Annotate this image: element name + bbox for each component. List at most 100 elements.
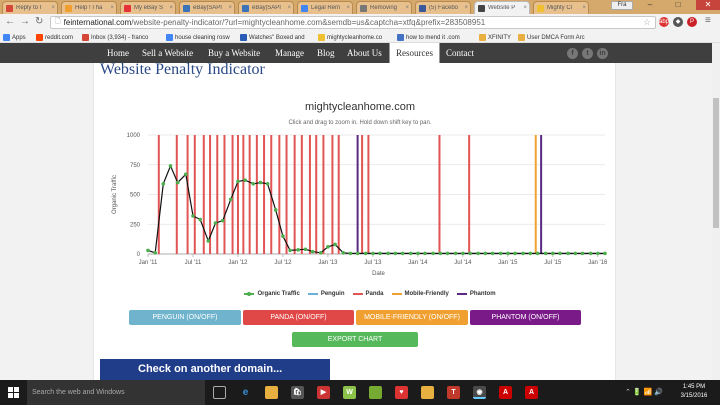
penguin-toggle-button[interactable]: PENGUIN (ON/OFF) [129, 310, 241, 325]
mobile-friendly-toggle-button[interactable]: MOBILE-FRIENDLY (ON/OFF) [356, 310, 468, 325]
browser-tab[interactable]: Mighty Cl × [533, 1, 589, 14]
bookmark-item[interactable]: reddit.com [36, 33, 73, 42]
bookmark-item[interactable]: house cleaning rosw [166, 33, 230, 42]
facebook-icon[interactable]: f [567, 48, 578, 59]
edge-icon[interactable]: e [239, 386, 252, 399]
acrobat-icon[interactable]: A [499, 386, 512, 399]
system-tray-icons[interactable]: ⌃ 🔋 📶 🔊 [625, 388, 663, 396]
chrome-icon[interactable]: ◉ [473, 386, 486, 399]
w-app-icon[interactable]: W [343, 386, 356, 399]
back-arrow-icon[interactable]: ← [5, 16, 15, 28]
bookmark-item[interactable]: Apps [3, 33, 26, 42]
t-app-icon[interactable]: T [447, 386, 460, 399]
green-app-icon[interactable] [369, 386, 382, 399]
browser-tab[interactable]: Help ! I ha × [61, 1, 117, 14]
legend-item[interactable]: Panda [352, 291, 384, 297]
export-chart-button[interactable]: EXPORT CHART [292, 332, 418, 347]
bookmark-item[interactable]: Inbox (3,934) - franco [82, 33, 148, 42]
tab-close-icon[interactable]: × [405, 5, 409, 11]
tab-close-icon[interactable]: × [523, 5, 527, 11]
heart-app-icon[interactable]: ♥ [395, 386, 408, 399]
close-window-button[interactable]: ✕ [696, 0, 720, 10]
pinterest-icon[interactable]: P [687, 17, 697, 27]
bookmark-item[interactable]: Watches" Boxed and [240, 33, 305, 42]
taskbar-clock[interactable]: 1:45 PM 3/15/2016 [672, 383, 716, 401]
nav-sell-a-website[interactable]: Sell a Website [142, 43, 193, 63]
nav-about-us[interactable]: About Us [347, 43, 382, 63]
bookmark-item[interactable]: mightycleanhome.co [318, 33, 382, 42]
browser-tab[interactable]: Reply to I × [2, 1, 58, 14]
profile-badge[interactable]: Fra [611, 1, 633, 10]
media-app-icon[interactable]: ▶ [317, 386, 330, 399]
browser-tab[interactable]: eBay|SAPI × [179, 1, 235, 14]
browser-tab[interactable]: Removing × [356, 1, 412, 14]
browser-tab[interactable]: Legal Rem × [297, 1, 353, 14]
page-scrollbar[interactable] [712, 43, 720, 380]
address-bar[interactable]: 🗋 feinternational.com/website-penalty-in… [50, 16, 656, 29]
folder-app-icon[interactable] [421, 386, 434, 399]
legend-label: Phantom [469, 291, 496, 297]
browser-tab[interactable]: My eBay S × [120, 1, 176, 14]
legend-item[interactable]: Organic Traffic [244, 291, 300, 297]
browser-tab[interactable]: eBay|SAPI × [238, 1, 294, 14]
page-info-icon[interactable]: 🗋 [55, 17, 61, 28]
browser-tab[interactable]: (5) Facebo × [415, 1, 471, 14]
store-icon[interactable]: 🛍 [291, 386, 304, 399]
linkedin-icon[interactable]: in [597, 48, 608, 59]
tab-close-icon[interactable]: × [169, 5, 173, 11]
tab-label: eBay|SAPI [193, 5, 222, 11]
x-tick-label: Jul '11 [185, 260, 202, 266]
organic-traffic-point [566, 251, 570, 256]
nav-buy-a-website[interactable]: Buy a Website [208, 43, 260, 63]
scrollbar-thumb[interactable] [713, 98, 719, 228]
nav-home[interactable]: Home [107, 43, 129, 63]
twitter-icon[interactable]: t [582, 48, 593, 59]
organic-traffic-point [453, 251, 458, 256]
tab-close-icon[interactable]: × [51, 5, 55, 11]
organic-traffic-point [528, 251, 533, 256]
taskbar-search-box[interactable]: Search the web and Windows [27, 380, 205, 405]
bookmark-star-icon[interactable]: ☆ [643, 17, 651, 28]
legend-item[interactable]: Phantom [456, 291, 496, 297]
tab-close-icon[interactable]: × [228, 5, 232, 11]
tab-favicon-icon [183, 4, 190, 12]
file-explorer-icon[interactable] [265, 386, 278, 399]
bookmark-item[interactable]: User DMCA Form Arc [518, 33, 585, 42]
acrobat-pro-icon[interactable]: A [525, 386, 538, 399]
reload-icon[interactable]: ↻ [35, 16, 43, 28]
tab-close-icon[interactable]: × [110, 5, 114, 11]
legend-item[interactable]: Mobile-Friendly [391, 291, 449, 297]
legend-item[interactable]: Penguin [307, 291, 345, 297]
nav-blog[interactable]: Blog [317, 43, 335, 63]
bookmark-item[interactable]: how to mend it .com [397, 33, 460, 42]
maximize-button[interactable]: □ [668, 0, 688, 10]
tab-close-icon[interactable]: × [582, 5, 586, 11]
bookmark-label: Watches" Boxed and [249, 34, 305, 41]
menu-icon[interactable]: ≡ [705, 15, 711, 27]
tab-label: Mighty Cl [547, 5, 573, 11]
phantom-toggle-button[interactable]: PHANTOM (ON/OFF) [470, 310, 581, 325]
penalty-chart[interactable]: 0 250 500 750 1000 Jan '11 Jul '11 Jan '12 Jul '… [100, 98, 610, 288]
windows-start-icon[interactable] [8, 387, 19, 398]
shield-extension-icon[interactable]: ◆ [673, 17, 683, 27]
minimize-button[interactable]: – [640, 0, 660, 10]
organic-traffic-point [483, 251, 488, 256]
tab-close-icon[interactable]: × [287, 5, 291, 11]
browser-tab[interactable]: Website P × [474, 1, 530, 14]
tab-close-icon[interactable]: × [346, 5, 350, 11]
nav-resources[interactable]: Resources [389, 43, 440, 63]
y-tick-label: 750 [130, 163, 141, 169]
tab-label: Help ! I ha [75, 5, 103, 11]
panda-toggle-button[interactable]: PANDA (ON/OFF) [243, 310, 354, 325]
legend-swatch [391, 293, 402, 295]
forward-arrow-icon[interactable]: → [20, 16, 30, 28]
task-view-icon[interactable] [213, 386, 226, 399]
tab-close-icon[interactable]: × [464, 5, 468, 11]
organic-traffic-point [191, 214, 195, 218]
adblock-icon[interactable]: abp [659, 17, 669, 27]
bookmark-item[interactable]: XFINITY [479, 33, 511, 42]
organic-traffic-point [341, 251, 346, 255]
nav-contact[interactable]: Contact [446, 43, 474, 63]
bookmark-label: mightycleanhome.co [327, 34, 383, 41]
nav-manage[interactable]: Manage [275, 43, 304, 63]
